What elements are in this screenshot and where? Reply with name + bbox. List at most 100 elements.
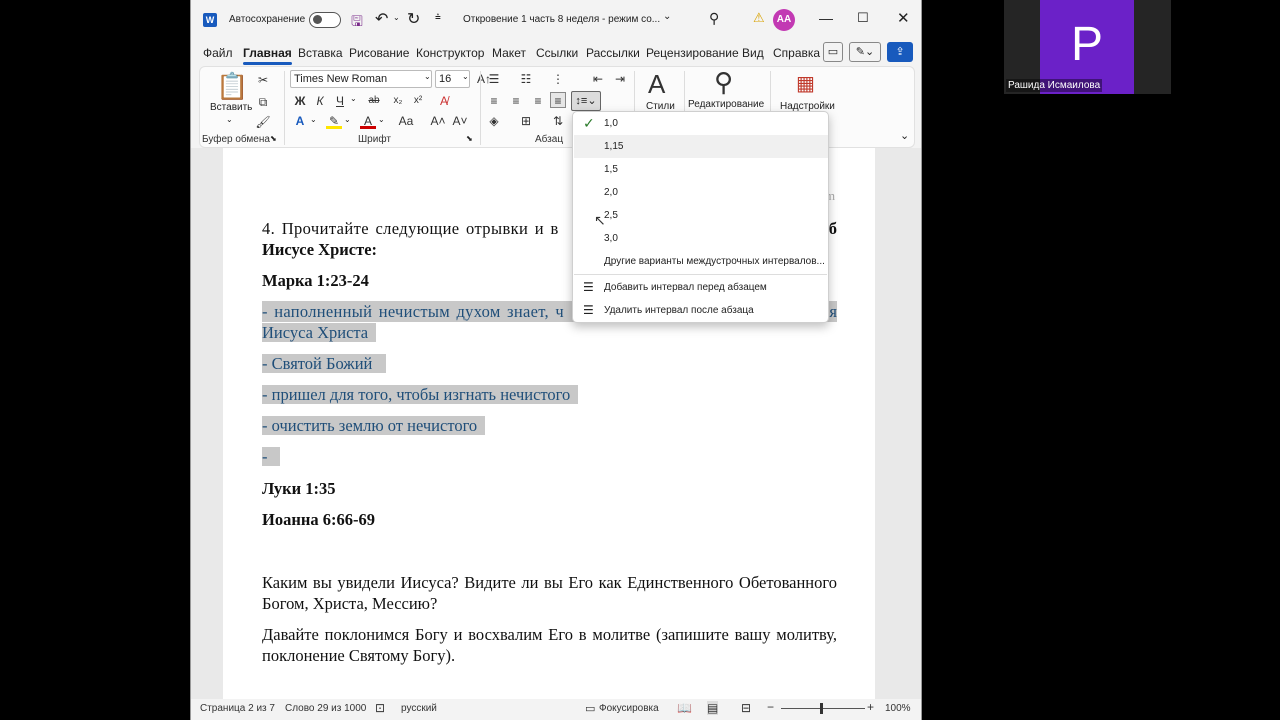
bold-button[interactable]: Ж <box>292 93 308 109</box>
avatar[interactable]: AA <box>773 9 795 31</box>
increase-indent-icon[interactable]: ⇥ <box>612 71 628 87</box>
tab-references[interactable]: Ссылки <box>536 46 578 60</box>
align-center-icon[interactable]: ≡ <box>508 93 524 109</box>
customize-toolbar-icon[interactable]: ⩮ <box>435 12 441 23</box>
editing-button[interactable]: Редактирование <box>688 99 764 110</box>
align-right-icon[interactable]: ≡ <box>530 93 546 109</box>
collapse-ribbon-icon[interactable]: ⌄ <box>900 129 909 142</box>
styles-icon[interactable]: A <box>648 69 665 100</box>
title-dropdown-icon[interactable]: ⌄ <box>663 11 671 22</box>
tab-review[interactable]: Рецензирование <box>646 46 739 60</box>
decrease-indent-icon[interactable]: ⇤ <box>590 71 606 87</box>
align-left-icon[interactable]: ≡ <box>486 93 502 109</box>
close-icon[interactable]: ✕ <box>897 9 910 27</box>
highlighted-block[interactable]: - наполненный нечистым духом знает, ч я … <box>262 301 837 467</box>
justify-icon[interactable]: ≡ <box>550 92 566 108</box>
zoom-out-icon[interactable]: − <box>767 700 774 714</box>
superscript-button[interactable]: x² <box>410 93 426 109</box>
strikethrough-button[interactable]: ab <box>366 93 382 109</box>
add-space-before[interactable]: ☰ Добавить интервал перед абзацем <box>574 276 828 299</box>
paste-icon[interactable]: 📋 <box>216 71 248 102</box>
tab-draw[interactable]: Рисование <box>349 46 409 60</box>
editing-mode-icon[interactable]: ✎⌄ <box>849 42 881 62</box>
tab-home[interactable]: Главная <box>243 46 292 65</box>
spacing-option-3-0[interactable]: 3,0 <box>574 227 828 250</box>
cut-icon[interactable]: ✂ <box>255 72 271 88</box>
web-layout-icon[interactable]: ⊟ <box>741 701 751 715</box>
spacing-option-1-15[interactable]: 1,15 <box>574 135 828 158</box>
paste-button[interactable]: Вставить <box>210 102 252 113</box>
font-name-select[interactable]: Times New Roman <box>290 70 432 88</box>
clipboard-launcher-icon[interactable]: ⬊ <box>270 134 277 143</box>
bullets-icon[interactable]: ☰ <box>486 71 502 87</box>
text-effects-icon[interactable]: A <box>292 113 308 129</box>
italic-button[interactable]: К <box>312 93 328 109</box>
focus-icon[interactable]: ▭ <box>585 702 595 715</box>
font-name-dropdown-icon[interactable]: ⌄ <box>424 72 431 81</box>
highlight-dropdown-icon[interactable]: ⌄ <box>344 115 351 124</box>
zoom-slider-thumb[interactable] <box>820 703 823 714</box>
spacing-option-2-5[interactable]: 2,5 <box>574 204 828 227</box>
autosave-toggle[interactable] <box>309 12 341 28</box>
borders-icon[interactable]: ⊞ <box>518 113 534 129</box>
tab-mailings[interactable]: Рассылки <box>586 46 640 60</box>
font-color-dropdown-icon[interactable]: ⌄ <box>378 115 385 124</box>
focus-mode[interactable]: Фокусировка <box>599 703 659 714</box>
proofing-icon[interactable]: ⊡ <box>375 701 385 715</box>
comments-icon[interactable]: ▭ <box>823 42 843 62</box>
paste-dropdown-icon[interactable]: ⌄ <box>226 115 233 124</box>
multilevel-list-icon[interactable]: ⋮ <box>550 71 566 87</box>
clear-formatting-icon[interactable]: A̸ <box>436 93 452 109</box>
text-effects-dropdown-icon[interactable]: ⌄ <box>310 115 317 124</box>
search-icon[interactable]: ⚲ <box>709 10 719 27</box>
minimize-icon[interactable]: — <box>819 10 833 26</box>
change-case-button[interactable]: Aa <box>396 113 416 129</box>
underline-dropdown-icon[interactable]: ⌄ <box>350 94 357 103</box>
underline-button[interactable]: Ч <box>332 93 348 109</box>
line-spacing-button[interactable]: ↕≡⌄ <box>571 91 601 111</box>
tab-view[interactable]: Вид <box>742 46 764 60</box>
zoom-in-icon[interactable]: + <box>867 700 874 714</box>
zoom-level[interactable]: 100% <box>885 703 911 714</box>
word-count[interactable]: Слово 29 из 1000 <box>285 703 366 714</box>
format-painter-icon[interactable]: 🖌 <box>255 114 271 130</box>
tab-insert[interactable]: Вставка <box>298 46 343 60</box>
editing-search-icon[interactable]: ⚲ <box>714 67 733 98</box>
spacing-option-label: 2,0 <box>604 187 618 198</box>
tab-file[interactable]: Файл <box>203 46 233 60</box>
subscript-button[interactable]: x₂ <box>390 93 406 109</box>
page-count[interactable]: Страница 2 из 7 <box>200 703 275 714</box>
tab-help[interactable]: Справка <box>773 46 820 60</box>
shrink-font-button-icon[interactable]: A˅ <box>452 113 468 129</box>
spacing-option-1-0[interactable]: ✓ 1,0 <box>574 112 828 135</box>
highlight-icon[interactable]: ✎ <box>326 113 342 129</box>
undo-dropdown-icon[interactable]: ⌄ <box>393 13 400 22</box>
spacing-option-2-0[interactable]: 2,0 <box>574 181 828 204</box>
tab-layout[interactable]: Макет <box>492 46 526 60</box>
font-launcher-icon[interactable]: ⬊ <box>466 134 473 143</box>
numbering-icon[interactable]: ☷ <box>518 71 534 87</box>
addins-icon[interactable]: ▦ <box>796 71 815 96</box>
tab-design[interactable]: Конструктор <box>416 46 484 60</box>
warning-icon[interactable]: ⚠ <box>753 10 765 26</box>
participant-tile[interactable]: P Рашида Исмаилова <box>1004 0 1171 94</box>
sort-icon[interactable]: ⇅ <box>550 113 566 129</box>
font-size-dropdown-icon[interactable]: ⌄ <box>462 72 469 81</box>
font-color-icon[interactable]: A <box>360 113 376 129</box>
share-icon[interactable]: ⇪ <box>887 42 913 62</box>
spacing-option-1-5[interactable]: 1,5 <box>574 158 828 181</box>
more-spacing-options[interactable]: Другие варианты междустрочных интервалов… <box>574 250 828 273</box>
shading-icon[interactable]: ◈ <box>486 113 502 129</box>
print-layout-icon[interactable]: ▤ <box>707 701 719 715</box>
copy-icon[interactable]: ⧉ <box>255 94 271 110</box>
maximize-icon[interactable]: ☐ <box>857 10 869 26</box>
language[interactable]: русский <box>401 703 437 714</box>
undo-icon[interactable]: ↶ <box>375 9 388 29</box>
document-title[interactable]: Откровение 1 часть 8 неделя - режим со..… <box>463 14 660 25</box>
zoom-slider[interactable] <box>781 708 865 709</box>
read-mode-icon[interactable]: 📖 <box>677 701 692 715</box>
grow-font-button-icon[interactable]: A˄ <box>430 113 446 129</box>
save-icon[interactable]: 🖫 <box>351 11 363 35</box>
remove-space-after[interactable]: ☰ Удалить интервал после абзаца <box>574 299 828 322</box>
redo-icon[interactable]: ↻ <box>407 9 420 29</box>
